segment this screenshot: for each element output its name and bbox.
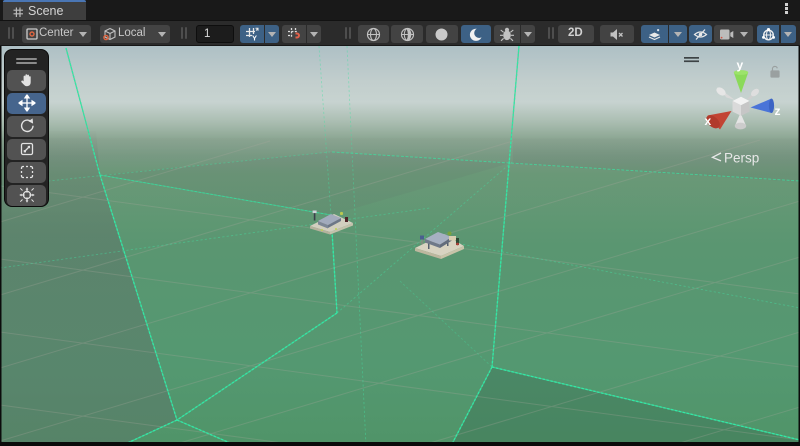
svg-text:x: x — [705, 114, 712, 128]
svg-text:Y: Y — [252, 34, 257, 42]
svg-text:z: z — [775, 104, 781, 118]
svg-text:Persp: Persp — [724, 151, 759, 166]
svg-text:y: y — [737, 58, 744, 72]
